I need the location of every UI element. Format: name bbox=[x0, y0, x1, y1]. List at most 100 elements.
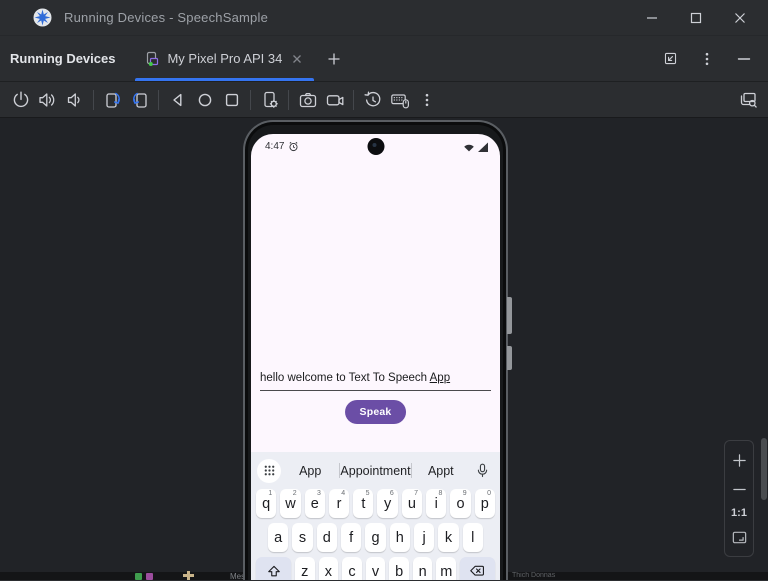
phone-power-button bbox=[507, 346, 512, 370]
zoom-controls: 1:1 bbox=[724, 440, 754, 557]
key-y[interactable]: 6y bbox=[377, 489, 398, 518]
rotate-right-icon[interactable] bbox=[126, 87, 153, 113]
key-r[interactable]: 4r bbox=[328, 489, 350, 518]
zoom-out-button[interactable] bbox=[728, 478, 750, 500]
suggestion-1[interactable]: App bbox=[281, 464, 339, 478]
shift-icon bbox=[267, 565, 280, 576]
key-z[interactable]: z bbox=[295, 557, 315, 580]
key-b[interactable]: b bbox=[389, 557, 409, 580]
active-tab-indicator bbox=[135, 78, 315, 81]
android-recents-icon[interactable] bbox=[218, 87, 245, 113]
android-status-bar: 4:47 bbox=[251, 134, 500, 160]
key-j[interactable]: j bbox=[413, 523, 435, 552]
device-display-area: Message / Thich Donnas 4:47 hello welcom… bbox=[0, 118, 768, 580]
rotate-left-icon[interactable] bbox=[99, 87, 126, 113]
title-bar: Running Devices - SpeechSample bbox=[0, 0, 768, 36]
status-time: 4:47 bbox=[265, 141, 299, 152]
key-e[interactable]: 3e bbox=[304, 489, 325, 518]
device-settings-icon[interactable] bbox=[256, 87, 283, 113]
maximize-button[interactable] bbox=[674, 1, 718, 35]
gboard-keyboard: App Appointment Appt 1q 2w 3e 4r 5t 6y 7… bbox=[251, 452, 500, 580]
volume-down-icon[interactable] bbox=[61, 87, 88, 113]
toolbar-separator bbox=[353, 89, 354, 110]
manage-displays-icon[interactable] bbox=[734, 87, 761, 113]
key-s[interactable]: s bbox=[292, 523, 313, 552]
float-window-button[interactable] bbox=[659, 48, 681, 70]
key-n[interactable]: n bbox=[412, 557, 433, 580]
key-f[interactable]: f bbox=[340, 523, 362, 552]
key-u[interactable]: 7u bbox=[401, 489, 423, 518]
tab-close-icon[interactable] bbox=[289, 51, 305, 67]
key-h[interactable]: h bbox=[389, 523, 410, 552]
shift-key[interactable] bbox=[256, 557, 291, 580]
android-home-icon[interactable] bbox=[191, 87, 218, 113]
phone-screen[interactable]: 4:47 hello welcome to Text To Speech App… bbox=[251, 134, 500, 580]
android-back-icon[interactable] bbox=[164, 87, 191, 113]
alarm-icon bbox=[289, 141, 299, 152]
panel-title: Running Devices bbox=[10, 51, 116, 66]
tts-text: hello welcome to Text To Speech bbox=[260, 372, 430, 384]
new-tab-button[interactable] bbox=[323, 48, 345, 70]
tab-label: My Pixel Pro API 34 bbox=[167, 51, 283, 66]
key-p[interactable]: 0p bbox=[474, 489, 495, 518]
logcat-green-icon bbox=[135, 573, 142, 580]
phone-device-frame: 4:47 hello welcome to Text To Speech App… bbox=[243, 120, 512, 580]
key-t[interactable]: 5t bbox=[353, 489, 374, 518]
key-l[interactable]: l bbox=[462, 523, 483, 552]
vertical-scrollbar[interactable] bbox=[761, 438, 767, 500]
signal-icon bbox=[478, 142, 488, 152]
backspace-icon bbox=[470, 565, 485, 576]
android-studio-logo-icon bbox=[33, 8, 52, 27]
wifi-icon bbox=[464, 144, 474, 152]
background-strip-right-text: Thich Donnas bbox=[512, 572, 556, 579]
keyboard-row-3: z x c v b n m bbox=[251, 557, 500, 580]
logcat-magenta-icon bbox=[146, 573, 153, 580]
key-a[interactable]: a bbox=[268, 523, 289, 552]
suggestion-2[interactable]: Appointment bbox=[340, 464, 410, 478]
tts-composing-word: App bbox=[429, 372, 451, 384]
key-i[interactable]: 8i bbox=[426, 489, 447, 518]
reset-device-icon[interactable] bbox=[359, 87, 386, 113]
hide-panel-button[interactable] bbox=[733, 48, 755, 70]
key-m[interactable]: m bbox=[436, 557, 457, 580]
tab-bar: Running Devices My Pixel Pro API 34 bbox=[0, 36, 768, 82]
zoom-scale-label[interactable]: 1:1 bbox=[731, 507, 747, 519]
zoom-in-button[interactable] bbox=[728, 449, 750, 471]
fit-to-window-icon[interactable] bbox=[728, 526, 750, 548]
backspace-key[interactable] bbox=[460, 557, 496, 580]
key-k[interactable]: k bbox=[438, 523, 459, 552]
virtual-device-icon bbox=[144, 51, 160, 67]
screen-record-icon[interactable] bbox=[321, 87, 348, 113]
minimize-button[interactable] bbox=[630, 1, 674, 35]
close-button[interactable] bbox=[718, 1, 762, 35]
hardware-input-icon[interactable] bbox=[386, 87, 413, 113]
phone-volume-rocker bbox=[507, 297, 512, 334]
key-o[interactable]: 9o bbox=[450, 489, 471, 518]
key-c[interactable]: c bbox=[342, 557, 362, 580]
key-v[interactable]: v bbox=[365, 557, 386, 580]
key-q[interactable]: 1q bbox=[256, 489, 277, 518]
camera-punch-hole bbox=[367, 138, 384, 155]
keyboard-row-2: a s d f g h j k l bbox=[251, 523, 500, 552]
tab-my-pixel-pro-api-34[interactable]: My Pixel Pro API 34 bbox=[135, 36, 315, 81]
device-toolbar bbox=[0, 82, 768, 118]
key-g[interactable]: g bbox=[365, 523, 386, 552]
keyboard-grid-icon[interactable] bbox=[257, 458, 281, 483]
toolbar-separator bbox=[288, 89, 289, 110]
volume-up-icon[interactable] bbox=[34, 87, 61, 113]
toolbar-separator bbox=[93, 89, 94, 110]
key-w[interactable]: 2w bbox=[280, 489, 301, 518]
tts-text-field[interactable]: hello welcome to Text To Speech App bbox=[260, 372, 491, 391]
panel-options-kebab-icon[interactable] bbox=[696, 48, 718, 70]
toolbar-overflow-kebab-icon[interactable] bbox=[413, 87, 440, 113]
plus-marker-icon bbox=[183, 571, 194, 580]
toolbar-separator bbox=[250, 89, 251, 110]
key-x[interactable]: x bbox=[318, 557, 339, 580]
key-d[interactable]: d bbox=[316, 523, 337, 552]
suggestion-strip: App Appointment Appt bbox=[251, 457, 500, 484]
power-button-icon[interactable] bbox=[7, 87, 34, 113]
suggestion-3[interactable]: Appt bbox=[412, 464, 470, 478]
mic-icon[interactable] bbox=[470, 459, 494, 483]
screenshot-camera-icon[interactable] bbox=[294, 87, 321, 113]
speak-button[interactable]: Speak bbox=[344, 400, 407, 424]
